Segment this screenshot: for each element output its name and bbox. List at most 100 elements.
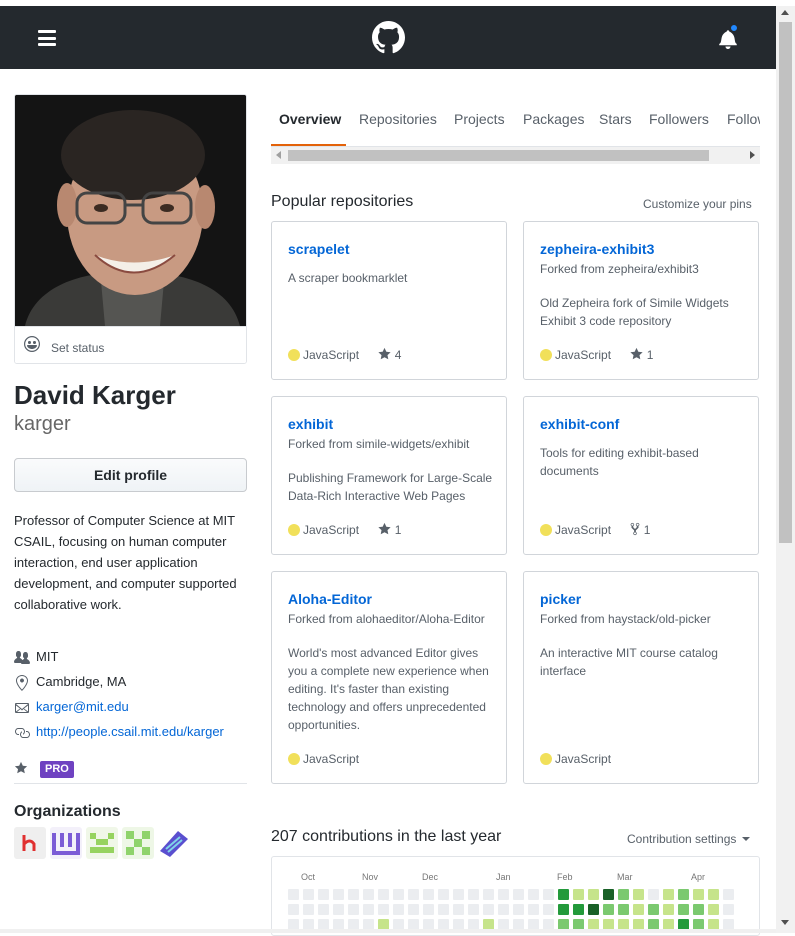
scroll-down-arrow-icon[interactable] — [781, 920, 789, 925]
contribution-day-cell[interactable] — [363, 904, 374, 915]
contribution-day-cell[interactable] — [633, 904, 644, 915]
contribution-day-cell[interactable] — [558, 904, 569, 915]
contribution-day-cell[interactable] — [648, 904, 659, 915]
avatar[interactable] — [15, 95, 246, 326]
repo-name-link[interactable]: zepheira-exhibit3 — [540, 241, 654, 257]
repo-stars[interactable]: 4 — [378, 347, 401, 362]
org-avatar-1[interactable] — [14, 827, 46, 859]
org-avatar-4[interactable] — [122, 827, 154, 859]
repo-name-link[interactable]: Aloha-Editor — [288, 591, 372, 607]
tab-repositories[interactable]: Repositories — [359, 111, 437, 127]
contribution-day-cell[interactable] — [288, 904, 299, 915]
customize-pins-link[interactable]: Customize your pins — [643, 197, 752, 211]
contribution-day-cell[interactable] — [288, 889, 299, 900]
contribution-day-cell[interactable] — [423, 904, 434, 915]
contribution-day-cell[interactable] — [303, 889, 314, 900]
repo-name-link[interactable]: scrapelet — [288, 241, 349, 257]
contribution-day-cell[interactable] — [603, 889, 614, 900]
contribution-day-cell[interactable] — [378, 889, 389, 900]
contribution-day-cell[interactable] — [303, 904, 314, 915]
contribution-day-cell[interactable] — [438, 904, 449, 915]
contribution-day-cell[interactable] — [603, 904, 614, 915]
contribution-day-cell[interactable] — [663, 904, 674, 915]
tabs-horizontal-scrollbar[interactable] — [271, 147, 760, 164]
contribution-day-cell[interactable] — [573, 904, 584, 915]
contribution-day-cell[interactable] — [723, 889, 734, 900]
contribution-day-cell[interactable] — [528, 889, 539, 900]
horizontal-scroll-thumb[interactable] — [288, 150, 709, 161]
edit-profile-button[interactable]: Edit profile — [14, 458, 247, 492]
tab-projects[interactable]: Projects — [454, 111, 505, 127]
contribution-day-cell[interactable] — [618, 889, 629, 900]
repo-forks[interactable]: 1 — [630, 522, 650, 537]
contribution-day-cell[interactable] — [378, 904, 389, 915]
tab-following[interactable]: Following — [727, 111, 760, 127]
scroll-right-arrow-icon[interactable] — [750, 151, 755, 159]
contribution-day-cell[interactable] — [678, 904, 689, 915]
tab-followers[interactable]: Followers — [649, 111, 709, 127]
hamburger-icon[interactable] — [38, 30, 56, 46]
contribution-day-cell[interactable] — [468, 889, 479, 900]
contribution-day-cell[interactable] — [573, 889, 584, 900]
contribution-day-cell[interactable] — [528, 904, 539, 915]
contribution-day-cell[interactable] — [693, 889, 704, 900]
contribution-day-cell[interactable] — [318, 889, 329, 900]
contribution-day-cell[interactable] — [453, 889, 464, 900]
contribution-day-cell[interactable] — [633, 889, 644, 900]
contribution-day-cell[interactable] — [393, 904, 404, 915]
contribution-day-cell[interactable] — [663, 889, 674, 900]
contribution-day-cell[interactable] — [618, 904, 629, 915]
set-status-button[interactable]: Set status — [15, 326, 246, 363]
vertical-scroll-thumb[interactable] — [779, 22, 792, 543]
tab-overview[interactable]: Overview — [279, 111, 341, 127]
repo-stars[interactable]: 1 — [378, 522, 401, 537]
contribution-day-cell[interactable] — [423, 889, 434, 900]
org-avatar-5[interactable] — [158, 827, 190, 859]
org-avatar-3[interactable] — [86, 827, 118, 859]
tab-packages[interactable]: Packages — [523, 111, 584, 127]
repo-name-link[interactable]: exhibit-conf — [540, 416, 619, 432]
contribution-day-cell[interactable] — [723, 904, 734, 915]
contribution-day-cell[interactable] — [348, 904, 359, 915]
contribution-day-cell[interactable] — [483, 889, 494, 900]
contribution-day-cell[interactable] — [408, 904, 419, 915]
contribution-day-cell[interactable] — [513, 889, 524, 900]
contribution-day-cell[interactable] — [588, 904, 599, 915]
contribution-day-cell[interactable] — [543, 904, 554, 915]
contribution-day-cell[interactable] — [678, 889, 689, 900]
contribution-day-cell[interactable] — [708, 904, 719, 915]
contribution-day-cell[interactable] — [558, 889, 569, 900]
github-mark-icon[interactable] — [372, 21, 405, 54]
tab-stars[interactable]: Stars — [599, 111, 632, 127]
contribution-day-cell[interactable] — [468, 904, 479, 915]
contribution-day-cell[interactable] — [333, 889, 344, 900]
repo-fork-source: Forked from haystack/old-picker — [540, 612, 711, 626]
repo-name-link[interactable]: exhibit — [288, 416, 333, 432]
contribution-day-cell[interactable] — [708, 889, 719, 900]
contribution-day-cell[interactable] — [318, 904, 329, 915]
contribution-day-cell[interactable] — [483, 904, 494, 915]
vertical-scrollbar[interactable] — [776, 6, 795, 933]
repo-name-link[interactable]: picker — [540, 591, 581, 607]
contribution-day-cell[interactable] — [513, 904, 524, 915]
contribution-day-cell[interactable] — [348, 889, 359, 900]
scroll-left-arrow-icon[interactable] — [276, 151, 281, 159]
contribution-day-cell[interactable] — [393, 889, 404, 900]
contribution-day-cell[interactable] — [693, 904, 704, 915]
contribution-day-cell[interactable] — [408, 889, 419, 900]
contribution-day-cell[interactable] — [453, 904, 464, 915]
contribution-day-cell[interactable] — [648, 889, 659, 900]
contribution-day-cell[interactable] — [498, 904, 509, 915]
contribution-day-cell[interactable] — [438, 889, 449, 900]
email-link[interactable]: karger@mit.edu — [36, 699, 129, 714]
contribution-settings-dropdown[interactable]: Contribution settings — [627, 832, 750, 846]
org-avatar-2[interactable] — [50, 827, 82, 859]
contribution-day-cell[interactable] — [498, 889, 509, 900]
scroll-up-arrow-icon[interactable] — [781, 10, 789, 15]
contribution-day-cell[interactable] — [588, 889, 599, 900]
repo-stars[interactable]: 1 — [630, 347, 653, 362]
website-link[interactable]: http://people.csail.mit.edu/karger — [36, 724, 224, 739]
contribution-day-cell[interactable] — [363, 889, 374, 900]
contribution-day-cell[interactable] — [543, 889, 554, 900]
contribution-day-cell[interactable] — [333, 904, 344, 915]
